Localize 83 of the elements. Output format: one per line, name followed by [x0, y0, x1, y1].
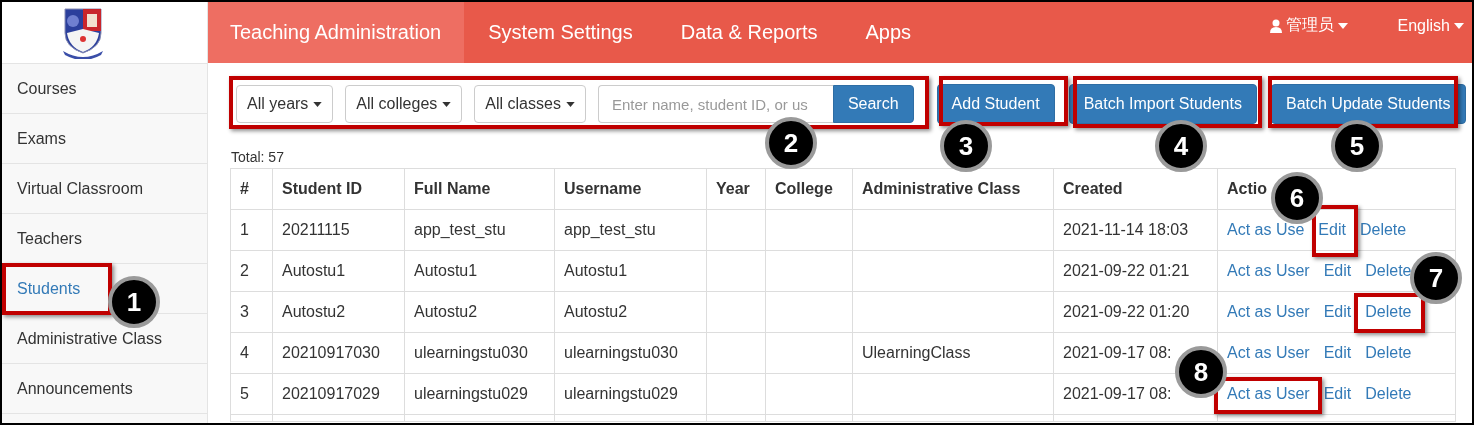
crest-logo	[60, 6, 105, 59]
filter-dropdown[interactable]: All classes	[474, 85, 586, 123]
row-action-link[interactable]: Act as User	[1227, 262, 1310, 279]
column-header: Full Name	[404, 168, 555, 210]
table-cell: 2021-09-17 08:	[1063, 344, 1172, 361]
nav-tab[interactable]: Apps	[841, 2, 936, 63]
sidebar-item[interactable]: Virtual Classroom	[17, 179, 143, 198]
table-cell: Autostu1	[282, 262, 346, 279]
filter-dropdown[interactable]: All colleges	[345, 85, 463, 123]
nav-tab[interactable]: Teaching Administration	[208, 2, 465, 63]
column-header: #	[230, 168, 273, 210]
table-cell: app_test_stu	[564, 221, 656, 238]
caret-icon	[565, 101, 575, 107]
filter-dropdown[interactable]: All years	[236, 85, 334, 123]
table-cell: app_test_stu	[414, 221, 506, 238]
sidebar-item[interactable]: Administrative Class	[17, 329, 162, 348]
column-header: Username	[554, 168, 707, 210]
column-header: Year	[706, 168, 766, 210]
row-action-link[interactable]: Edit	[1323, 262, 1352, 279]
table-cell: 20211115	[282, 221, 350, 238]
callout-badge: 2	[765, 117, 817, 169]
person-icon	[1269, 18, 1282, 33]
table-cell: 3	[240, 303, 249, 320]
table-cell: 2021-09-22 01:21	[1063, 262, 1190, 279]
row-action-link[interactable]: Delete	[1365, 262, 1412, 279]
table-cell: 2021-09-17 08:	[1063, 385, 1172, 402]
action-button[interactable]: Add Student	[936, 84, 1055, 124]
caret-icon	[442, 101, 452, 107]
table-cell: ulearningstu030	[564, 344, 678, 361]
callout-badge: 4	[1155, 120, 1207, 172]
sidebar-item[interactable]: Announcements	[17, 379, 133, 398]
table-cell: ulearningstu030	[414, 344, 528, 361]
column-header: College	[765, 168, 853, 210]
table-cell: Autostu2	[564, 303, 628, 320]
sidebar-item[interactable]: Exams	[17, 129, 66, 148]
callout-badge: 5	[1331, 120, 1383, 172]
row-action-link[interactable]: Edit	[1323, 385, 1352, 402]
caret-icon	[313, 101, 323, 107]
table-cell: ulearningstu029	[414, 385, 528, 402]
language-menu[interactable]: English	[1357, 0, 1472, 63]
row-action-link[interactable]: Edit	[1318, 221, 1346, 238]
table-cell: 1	[240, 221, 249, 238]
table-cell: 20210917029	[282, 385, 380, 402]
table-cell: Autostu2	[282, 303, 346, 320]
sidebar-item[interactable]: Teachers	[17, 229, 82, 248]
row-action-link[interactable]: Act as User	[1227, 344, 1310, 361]
table-cell: Autostu2	[414, 303, 478, 320]
action-button[interactable]: Batch Import Students	[1068, 84, 1257, 124]
callout-badge: 3	[940, 120, 992, 172]
table-cell: UlearningClass	[862, 344, 971, 361]
user-menu[interactable]: 管理员	[1259, 0, 1358, 63]
table-cell: 2021-09-22 01:20	[1063, 303, 1190, 320]
caret-icon	[1337, 22, 1348, 29]
row-action-link[interactable]: Delete	[1365, 344, 1412, 361]
table-cell: 20210917030	[282, 344, 380, 361]
table-cell: ulearningstu029	[564, 385, 678, 402]
caret-icon	[1454, 22, 1464, 29]
row-action-link[interactable]: Delete	[1365, 303, 1412, 320]
nav-tab[interactable]: System Settings	[464, 2, 657, 63]
table-cell: 5	[240, 385, 249, 402]
nav-tab[interactable]: Data & Reports	[656, 2, 842, 63]
search-field[interactable]: Enter name, student ID, or us	[597, 85, 833, 123]
callout-badge: 7	[1410, 252, 1462, 304]
table-cell: Autostu1	[414, 262, 478, 279]
sidebar-item[interactable]: Students	[17, 279, 81, 298]
table-cell: 4	[240, 344, 249, 361]
row-action-link[interactable]: Act as User	[1227, 385, 1310, 402]
callout-badge: 6	[1271, 172, 1323, 224]
search-button[interactable]: Search	[832, 85, 914, 123]
row-action-link[interactable]: Act as Use	[1227, 221, 1305, 238]
sidebar-item[interactable]: Courses	[17, 79, 77, 98]
row-action-link[interactable]: Delete	[1365, 385, 1412, 402]
callout-badge: 8	[1175, 346, 1227, 398]
total-count: Total: 57	[231, 149, 284, 165]
row-action-link[interactable]: Act as User	[1227, 303, 1310, 320]
action-button[interactable]: Batch Update Students	[1270, 84, 1466, 124]
row-action-link[interactable]: Delete	[1359, 221, 1407, 238]
table-cell: 2	[240, 262, 249, 279]
column-header: Student ID	[272, 168, 405, 210]
row-action-link[interactable]: Edit	[1323, 303, 1352, 320]
row-action-link[interactable]: Edit	[1323, 344, 1352, 361]
table-cell: 2021-11-14 18:03	[1063, 221, 1189, 238]
table-cell: Autostu1	[564, 262, 628, 279]
